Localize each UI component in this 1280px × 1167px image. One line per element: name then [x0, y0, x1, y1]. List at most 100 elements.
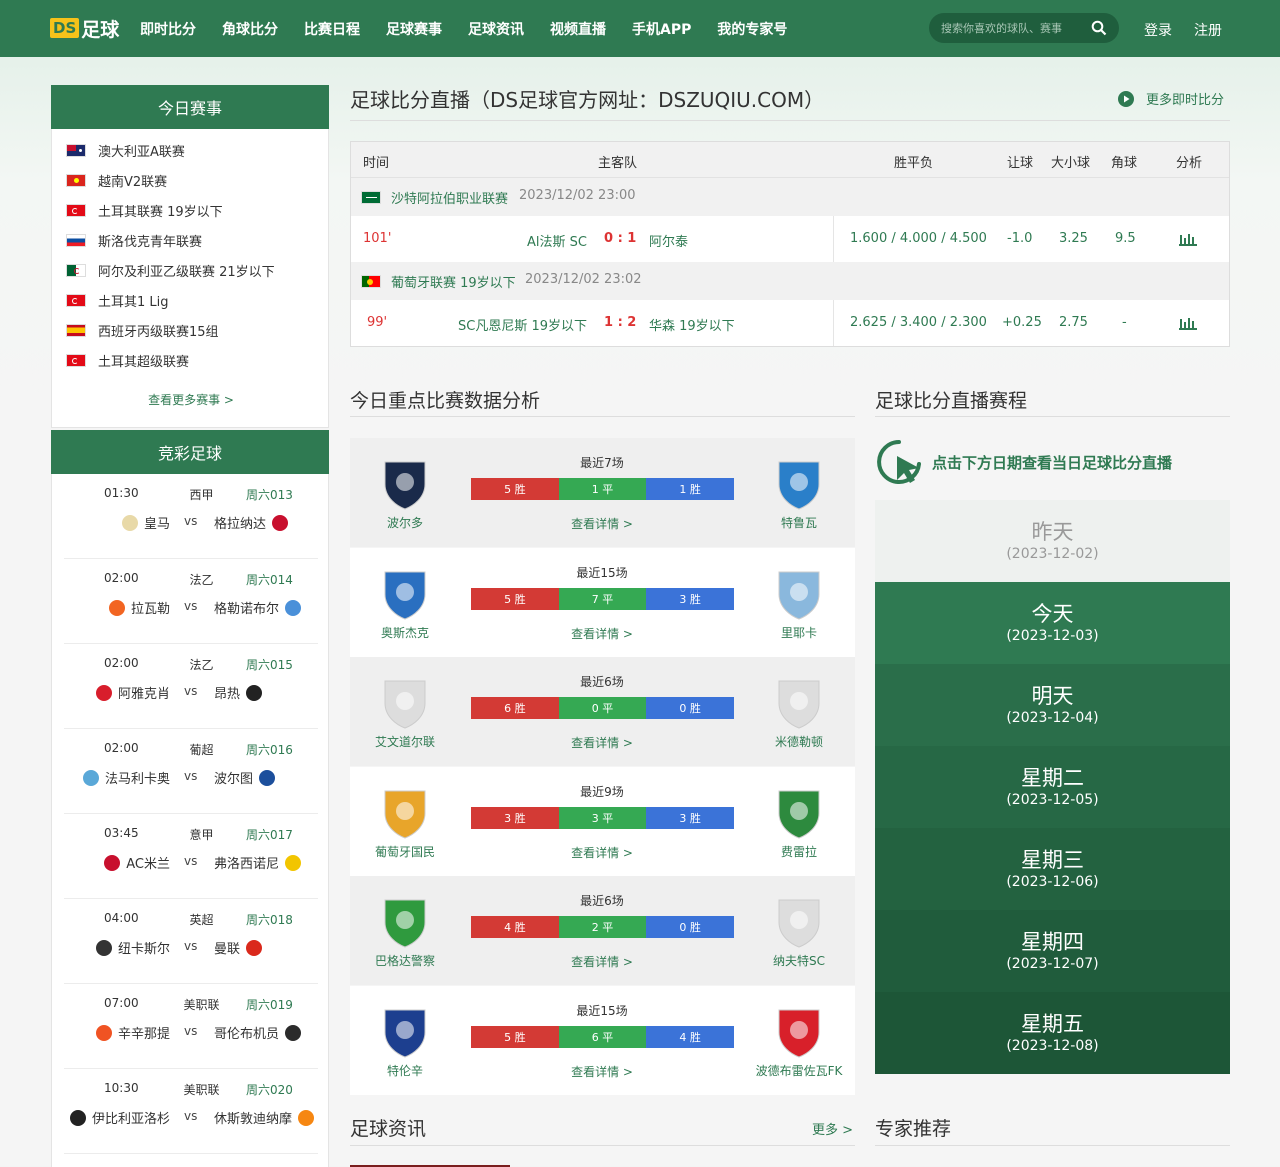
home-team[interactable]: 阿雅克肖	[95, 683, 170, 702]
away-team[interactable]: 里耶卡	[744, 624, 854, 641]
league-item[interactable]: 土耳其联赛 19岁以下	[66, 200, 223, 220]
analysis-card[interactable]: 巴格达警察 最近6场 4 胜2 平0 胜查看详情 > 纳夫特SC	[350, 876, 855, 986]
away-team[interactable]: 弗洛西诺尼	[214, 853, 302, 872]
more-live-link[interactable]: 更多即时比分	[1118, 89, 1224, 108]
away-team[interactable]: 特鲁瓦	[744, 514, 854, 531]
away-team[interactable]: 休斯敦迪纳摩	[214, 1108, 315, 1127]
home-team-name: 拉瓦勒	[130, 602, 170, 617]
lottery-match-row[interactable]: 10:30 美职联 周六020 伊比利亚洛杉 vs 休斯敦迪纳摩	[64, 1069, 318, 1154]
away-team[interactable]: 格拉纳达	[214, 513, 289, 532]
home-team[interactable]: 奥斯杰克	[350, 624, 460, 641]
league-item[interactable]: 越南V2联赛	[66, 170, 167, 190]
schedule-day-2[interactable]: 明天 (2023-12-04)	[875, 664, 1230, 746]
league-item[interactable]: 西班牙丙级联赛15组	[66, 320, 219, 340]
away-team[interactable]: 昂热	[214, 683, 263, 702]
schedule-day-6[interactable]: 星期五 (2023-12-08)	[875, 992, 1230, 1074]
away-team-name: 休斯敦迪纳摩	[214, 1112, 293, 1127]
match-row[interactable]: 101' Al法斯 SC 0 : 1 阿尔泰 1.600 / 4.000 / 4…	[351, 216, 1229, 262]
schedule-day-5[interactable]: 星期四 (2023-12-07)	[875, 910, 1230, 992]
league-item[interactable]: 澳大利亚A联赛	[66, 140, 185, 160]
logo-prefix: DS	[50, 18, 80, 38]
league-item[interactable]: 斯洛伐克青年联赛	[66, 230, 202, 250]
lottery-match-row[interactable]: 02:00 葡超 周六016 法马利卡奥 vs 波尔图	[64, 729, 318, 814]
schedule-day-4[interactable]: 星期三 (2023-12-06)	[875, 828, 1230, 910]
over-under: 2.75	[1059, 315, 1088, 330]
view-detail-link[interactable]: 查看详情 >	[562, 844, 642, 861]
view-detail-link[interactable]: 查看详情 >	[562, 1063, 642, 1080]
nav-corner-score[interactable]: 角球比分	[222, 19, 278, 39]
away-team[interactable]: 纳夫特SC	[744, 952, 854, 969]
league-item[interactable]: 阿尔及利亚乙级联赛 21岁以下	[66, 260, 275, 280]
home-team[interactable]: 拉瓦勒	[108, 598, 170, 617]
schedule-day-3[interactable]: 星期二 (2023-12-05)	[875, 746, 1230, 828]
analysis-chart-icon[interactable]	[1179, 316, 1197, 330]
lottery-match-row[interactable]: 03:45 意甲 周六017 AC米兰 vs 弗洛西诺尼	[64, 814, 318, 899]
home-team[interactable]: 伊比利亚洛杉	[69, 1108, 170, 1127]
analysis-card[interactable]: 奥斯杰克 最近15场 5 胜7 平3 胜查看详情 > 里耶卡	[350, 547, 855, 657]
away-team[interactable]: 曼联	[214, 938, 263, 957]
view-detail-link[interactable]: 查看详情 >	[562, 953, 642, 970]
home-team[interactable]: 艾文道尔联	[350, 733, 460, 750]
league-item[interactable]: 土耳其1 Lig	[66, 290, 169, 310]
analysis-card[interactable]: 艾文道尔联 最近6场 6 胜0 平0 胜查看详情 > 米德勒顿	[350, 657, 855, 767]
home-crest-icon	[95, 939, 112, 956]
league-name[interactable]: 葡萄牙联赛 19岁以下	[391, 272, 516, 291]
home-team[interactable]: 辛辛那提	[95, 1023, 170, 1042]
analysis-card[interactable]: 波尔多 最近7场 5 胜1 平1 胜查看详情 > 特鲁瓦	[350, 438, 855, 547]
analysis-chart-icon[interactable]	[1179, 232, 1197, 246]
view-detail-link[interactable]: 查看详情 >	[562, 734, 642, 751]
home-team[interactable]: 波尔多	[350, 514, 460, 531]
home-team[interactable]: 皇马	[121, 513, 170, 532]
day-date: (2023-12-02)	[1006, 546, 1099, 562]
home-team[interactable]: 葡萄牙国民	[350, 843, 460, 860]
league-name[interactable]: 沙特阿拉伯职业联赛	[391, 188, 508, 207]
nav-competitions[interactable]: 足球赛事	[386, 19, 442, 39]
home-team[interactable]: Al法斯 SC	[527, 231, 587, 250]
away-team[interactable]: 格勒诺布尔	[214, 598, 302, 617]
lottery-match-row[interactable]: 02:00 法乙 周六015 阿雅克肖 vs 昂热	[64, 644, 318, 729]
home-team[interactable]: 特伦辛	[350, 1062, 460, 1079]
home-team[interactable]: SC凡恩尼斯 19岁以下	[458, 315, 587, 334]
analysis-card[interactable]: 葡萄牙国民 最近9场 3 胜3 平3 胜查看详情 > 费雷拉	[350, 766, 855, 876]
match-time: 04:00	[104, 911, 139, 925]
site-logo[interactable]: DS 足球	[50, 15, 119, 41]
more-competitions-link[interactable]: 查看更多赛事 >	[52, 391, 330, 408]
away-team[interactable]: 费雷拉	[744, 843, 854, 860]
home-crest-icon	[95, 684, 112, 701]
lottery-match-row[interactable]: 01:30 西甲 周六013 皇马 vs 格拉纳达	[64, 474, 318, 559]
away-team[interactable]: 波德布雷佐瓦FK	[744, 1062, 854, 1079]
analysis-card[interactable]: 特伦辛 最近15场 5 胜6 平4 胜查看详情 > 波德布雷佐瓦FK	[350, 986, 855, 1095]
nav-video-live[interactable]: 视频直播	[550, 19, 606, 39]
schedule-day-1[interactable]: 今天 (2023-12-03)	[875, 582, 1230, 664]
match-row[interactable]: 99' SC凡恩尼斯 19岁以下 1 : 2 华森 19岁以下 2.625 / …	[351, 300, 1229, 346]
lottery-match-row[interactable]: 04:00 英超 周六018 纽卡斯尔 vs 曼联	[64, 899, 318, 984]
news-more-link[interactable]: 更多 >	[812, 1119, 853, 1138]
login-link[interactable]: 登录	[1144, 20, 1172, 40]
nav-my-expert[interactable]: 我的专家号	[717, 19, 787, 39]
search-icon[interactable]	[1091, 20, 1107, 36]
view-detail-link[interactable]: 查看详情 >	[562, 625, 642, 642]
nav-mobile-app[interactable]: 手机APP	[632, 19, 691, 39]
search-input[interactable]	[941, 21, 1081, 35]
home-team[interactable]: 巴格达警察	[350, 952, 460, 969]
home-team[interactable]: AC米兰	[104, 853, 170, 872]
nav-schedule[interactable]: 比赛日程	[304, 19, 360, 39]
away-team[interactable]: 米德勒顿	[744, 733, 854, 750]
away-team[interactable]: 哥伦布机员	[214, 1023, 302, 1042]
home-team[interactable]: 纽卡斯尔	[95, 938, 170, 957]
away-crest-icon	[285, 1024, 302, 1041]
away-crest-icon	[272, 514, 289, 531]
nav-live-score[interactable]: 即时比分	[140, 19, 196, 39]
view-detail-link[interactable]: 查看详情 >	[562, 515, 642, 532]
home-team[interactable]: 法马利卡奥	[82, 768, 170, 787]
lottery-match-row[interactable]: 02:00 法乙 周六014 拉瓦勒 vs 格勒诺布尔	[64, 559, 318, 644]
register-link[interactable]: 注册	[1194, 20, 1222, 40]
away-team[interactable]: 波尔图	[214, 768, 276, 787]
league-item[interactable]: 土耳其超级联赛	[66, 350, 189, 370]
schedule-day-0[interactable]: 昨天 (2023-12-02)	[875, 500, 1230, 582]
lottery-match-row[interactable]: 07:00 美职联 周六019 辛辛那提 vs 哥伦布机员	[64, 984, 318, 1069]
nav-news[interactable]: 足球资讯	[468, 19, 524, 39]
australia-flag-icon	[66, 143, 86, 157]
away-team[interactable]: 阿尔泰	[649, 231, 688, 250]
away-team[interactable]: 华森 19岁以下	[649, 315, 735, 334]
